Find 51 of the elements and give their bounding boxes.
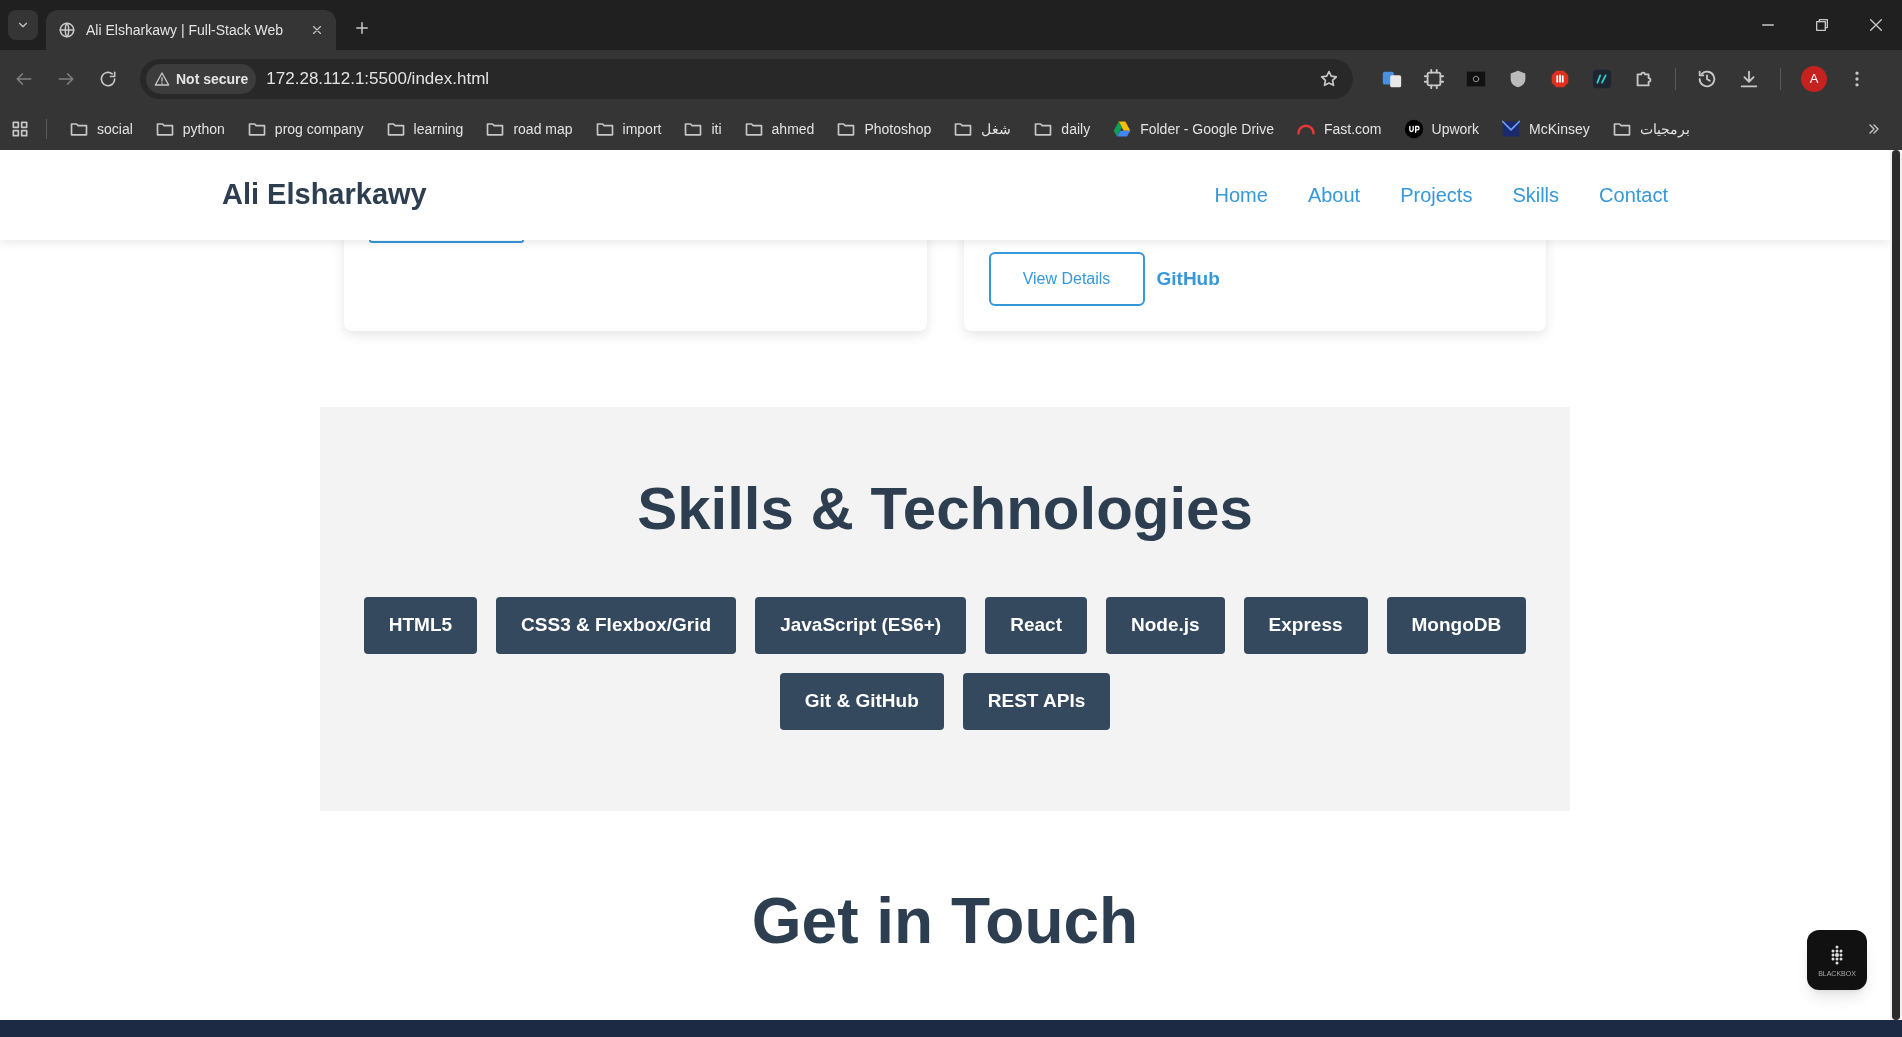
triangle-logo-icon (1112, 119, 1133, 139)
skill-tag: React (985, 597, 1087, 654)
bookmark-item[interactable]: road map (485, 118, 573, 140)
download-icon[interactable] (1738, 68, 1760, 90)
skill-tag: REST APIs (962, 673, 1111, 730)
bookmark-item[interactable]: Fast.com (1295, 118, 1382, 140)
globe-icon (58, 21, 76, 39)
button-edge[interactable] (369, 240, 524, 243)
site-logo[interactable]: Ali Elsharkawy (222, 173, 1215, 217)
security-label: Not secure (176, 69, 249, 89)
skill-tag: MongoDB (1386, 597, 1527, 654)
apps-grid-icon[interactable] (10, 119, 30, 139)
star-icon[interactable] (1319, 69, 1339, 89)
plus-icon (353, 19, 371, 37)
security-chip[interactable]: Not secure (146, 64, 257, 94)
skill-tag: CSS3 & Flexbox/Grid (496, 597, 737, 654)
bookmark-item[interactable]: McKinsey (1501, 118, 1590, 140)
bookmark-item[interactable]: Upwork (1403, 118, 1479, 140)
envelope-icon (1501, 119, 1521, 139)
close-icon[interactable] (1868, 17, 1884, 33)
skill-tag: Express (1243, 597, 1368, 654)
bookmark-item[interactable]: import (594, 118, 662, 140)
profile-avatar[interactable]: A (1801, 66, 1827, 92)
bookmark-item[interactable]: ahmed (743, 118, 815, 140)
bookmark-item[interactable]: learning (385, 118, 464, 140)
bookmark-item[interactable]: python (154, 118, 225, 140)
bookmark-item[interactable]: daily (1033, 118, 1091, 140)
section-heading: Get in Touch (751, 889, 1139, 953)
bookmark-item[interactable]: Photoshop (836, 118, 932, 140)
browser-tab[interactable]: Ali Elsharkawy | Full-Stack Web (46, 10, 336, 50)
reload-icon[interactable] (98, 69, 118, 89)
tab-title: Ali Elsharkawy | Full-Stack Web (86, 20, 285, 40)
close-icon[interactable] (310, 23, 324, 37)
up-logo-icon (1403, 119, 1424, 139)
skill-tag: Node.js (1105, 597, 1225, 654)
skill-tag: Git & GitHub (779, 673, 944, 730)
bookmark-item[interactable]: iti (683, 118, 722, 140)
history-icon[interactable] (1696, 68, 1718, 90)
section-heading: Skills & Technologies (637, 479, 1253, 539)
bookmark-item[interactable]: برمجيات (1611, 118, 1690, 140)
bookmark-item[interactable]: prog company (246, 118, 364, 140)
skill-tag: JavaScript (ES6+) (755, 597, 967, 654)
bookmark-item[interactable]: Folder - Google Drive (1112, 118, 1274, 140)
chip-icon[interactable] (1423, 68, 1445, 90)
bookmark-item[interactable]: شغل (953, 118, 1012, 140)
address-bar[interactable]: Not secure 172.28.112.1:5500/index.html (140, 59, 1353, 99)
bookmark-item[interactable]: social (69, 118, 133, 140)
url-text: 172.28.112.1:5500/index.html (266, 68, 491, 91)
warning-icon (154, 71, 170, 87)
restore-icon[interactable] (1814, 17, 1830, 33)
skill-tag: HTML5 (363, 597, 478, 654)
